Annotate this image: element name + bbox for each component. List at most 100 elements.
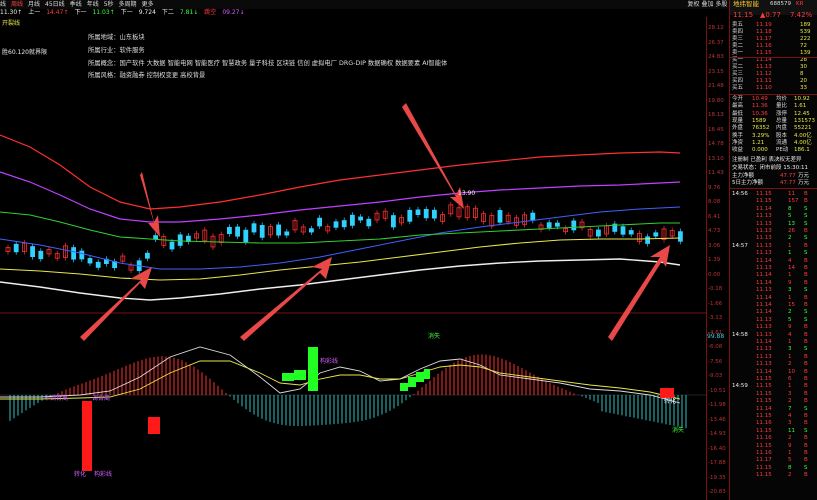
candle[interactable] (235, 226, 241, 237)
stats-value: 11.36 (752, 103, 768, 110)
tick-volume: 5 (788, 213, 792, 220)
axis-tick: -14.93 (708, 431, 726, 437)
orderbook-row[interactable]: 买四 11.11 20 (730, 78, 817, 85)
candle[interactable] (653, 232, 659, 237)
tick-volume: 10 (788, 368, 795, 375)
tick-volume: 9 (788, 279, 792, 286)
candle[interactable] (546, 222, 552, 228)
period-tab[interactable]: 周线 (11, 0, 23, 9)
period-tab[interactable]: 多周期 (119, 0, 137, 9)
flow-label: 5日主力净额 (732, 180, 763, 186)
orderbook-row[interactable]: 卖五 11.19 189 (730, 22, 817, 29)
candle[interactable] (358, 216, 364, 221)
tick-row: 11.13 13 S (730, 221, 817, 228)
axis-tick: 13.10 (708, 155, 724, 162)
candle[interactable] (555, 222, 560, 227)
candle[interactable] (226, 226, 232, 235)
candle[interactable] (497, 210, 503, 223)
candle[interactable] (284, 231, 290, 236)
candle[interactable] (95, 261, 101, 268)
orderbook-row[interactable]: 卖三 11.17 222 (730, 36, 817, 43)
candle[interactable] (308, 228, 314, 233)
period-tab[interactable]: 年线 (87, 0, 99, 9)
candle[interactable] (571, 220, 577, 231)
candle[interactable] (317, 217, 323, 227)
orderbook-label: 卖一 (732, 50, 744, 56)
period-tab[interactable]: 线 (0, 0, 6, 9)
tick-price: 11.13 (756, 361, 772, 368)
period-tab[interactable]: 月线 (28, 0, 40, 9)
candle[interactable] (251, 223, 257, 233)
candle[interactable] (530, 212, 536, 221)
stock-name[interactable]: 地纬智能 (733, 1, 759, 8)
tick-volume: 8 (788, 464, 792, 471)
tick-side: S (804, 250, 808, 257)
candle[interactable] (169, 241, 175, 250)
quote-strip: 11.30↑ 上一 14.47↑ 下一 11.03↑ 下一 9.724 下二 7.81↓ 跳空 09… (0, 9, 710, 17)
tick-side: S (804, 464, 808, 471)
orderbook-price: 11.16 (756, 43, 772, 49)
tick-price: 11.13 (756, 220, 772, 227)
candle[interactable] (645, 236, 650, 244)
candle[interactable] (333, 221, 339, 228)
period-tab[interactable]: 季线 (70, 0, 82, 9)
period-tab[interactable]: 5秒 (104, 0, 114, 9)
candle[interactable] (415, 209, 421, 215)
candle[interactable] (341, 220, 347, 228)
signal-green-1 (282, 373, 294, 381)
candle[interactable] (390, 215, 396, 228)
flow-unit: 万元 (798, 173, 810, 179)
orderbook-price: 11.17 (756, 36, 772, 42)
period-tab[interactable]: 45日线 (45, 0, 65, 9)
signal-box-1 (82, 401, 92, 471)
candle[interactable] (243, 229, 249, 243)
candle[interactable] (628, 230, 634, 235)
candle[interactable] (30, 246, 36, 258)
candle[interactable] (349, 214, 355, 226)
candle[interactable] (177, 234, 183, 246)
orderbook-price: 11.10 (756, 85, 772, 91)
left-signal-2: 调背离 (92, 395, 111, 402)
candle[interactable] (144, 252, 150, 259)
orderbook-row[interactable]: 卖一 11.15 139 (730, 50, 817, 57)
tick-price: 11.16 (756, 450, 772, 456)
tick-volume: 9 (788, 324, 792, 331)
orderbook-row[interactable]: 买二 11.13 30 (730, 64, 817, 71)
candle[interactable] (431, 209, 437, 219)
candle[interactable] (678, 231, 683, 242)
candle[interactable] (38, 250, 44, 260)
tick-side: B (804, 361, 808, 368)
tick-row: 11.13 5 S (730, 213, 817, 220)
orderbook-row[interactable]: 买一 11.14 28 (730, 57, 817, 64)
trade-status: 交易状态：闭市前段 15:30:11 (732, 165, 808, 171)
orderbook-row[interactable]: 买三 11.12 8 (730, 71, 817, 78)
kline-chart[interactable] (0, 17, 706, 500)
candle[interactable] (71, 247, 76, 260)
tick-side: B (804, 331, 808, 338)
trading-app: 线周线月线45日线季线年线5秒多周期更多 复权 叠加 多股 统计 画线 F10 … (0, 0, 817, 500)
candle[interactable] (620, 226, 626, 235)
tick-row: 11.15 9 B (730, 443, 817, 450)
orderbook-row[interactable]: 卖四 11.18 539 (730, 29, 817, 36)
candle[interactable] (259, 225, 265, 238)
tick-side: B (804, 294, 808, 301)
candle[interactable] (407, 209, 413, 222)
candle[interactable] (596, 229, 601, 237)
orderbook-row[interactable]: 卖二 11.16 72 (730, 43, 817, 50)
tick-volume: 2 (788, 398, 792, 405)
axis-tick: 11.43 (708, 170, 724, 176)
orderbook-row[interactable]: 买五 11.10 33 (730, 85, 817, 92)
candle[interactable] (87, 258, 93, 264)
candle[interactable] (79, 250, 85, 260)
tick-volume: 157 (788, 198, 799, 205)
candle[interactable] (153, 235, 159, 240)
tick-price: 11.13 (756, 265, 772, 271)
candle[interactable] (423, 209, 429, 219)
tick-price: 11.14 (756, 279, 772, 286)
arrow-3 (140, 172, 160, 237)
candle[interactable] (276, 224, 282, 236)
stats-value: 1.61 (794, 103, 807, 110)
candle[interactable] (13, 243, 19, 253)
candle[interactable] (366, 218, 372, 227)
period-tab[interactable]: 更多 (142, 0, 154, 9)
